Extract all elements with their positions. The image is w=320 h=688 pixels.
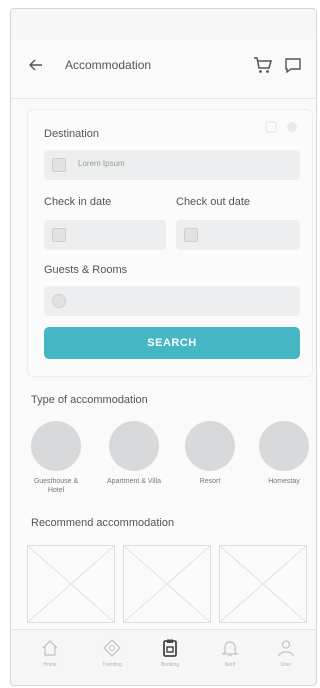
status-bar <box>11 9 316 39</box>
user-icon <box>278 640 294 657</box>
type-label: Guesthouse & Hotel <box>33 478 79 494</box>
checkout-input[interactable] <box>176 220 300 250</box>
phone-frame: Accommodation Destination Lorem Ipsum Ch… <box>10 8 317 686</box>
recommend-title: Recommend accommodation <box>31 517 175 529</box>
type-image-placeholder <box>109 421 159 471</box>
accommodation-type-title: Type of accommodation <box>31 394 148 406</box>
tab-user[interactable]: User <box>269 638 303 678</box>
type-resort[interactable]: Resort <box>183 421 237 486</box>
chat-icon[interactable] <box>283 55 303 75</box>
recommend-card[interactable] <box>123 545 211 623</box>
tab-label: Notif <box>224 662 236 668</box>
bottom-tab-bar: Home Trending Booking Notif User <box>11 629 316 685</box>
tab-notif[interactable]: Notif <box>213 638 247 678</box>
page-title: Accommodation <box>65 58 152 72</box>
image-placeholder-icon <box>123 545 211 623</box>
explore-icon <box>103 639 121 657</box>
type-label: Apartment & Villa <box>107 478 161 485</box>
calendar-icon <box>52 228 66 242</box>
type-image-placeholder <box>185 421 235 471</box>
type-apartment[interactable]: Apartment & Villa <box>107 421 161 486</box>
tab-booking[interactable]: Booking <box>153 638 187 678</box>
image-placeholder-icon <box>27 545 115 623</box>
type-image-placeholder <box>259 421 309 471</box>
tab-label: User <box>280 662 292 668</box>
bell-icon <box>221 641 239 657</box>
location-icon <box>52 158 66 172</box>
tab-trending[interactable]: Trending <box>95 638 129 678</box>
home-icon <box>42 640 58 656</box>
type-label: Resort <box>199 478 221 485</box>
recommend-card[interactable] <box>219 545 307 623</box>
person-icon <box>52 294 66 308</box>
checkin-input[interactable] <box>44 220 166 250</box>
type-homestay[interactable]: Homestay <box>257 421 311 486</box>
cart-icon[interactable] <box>253 55 273 75</box>
destination-placeholder: Lorem Ipsum <box>78 159 125 168</box>
destination-input[interactable]: Lorem Ipsum <box>44 150 300 180</box>
booking-icon <box>163 639 177 657</box>
back-arrow-icon[interactable] <box>27 55 45 75</box>
type-guesthouse[interactable]: Guesthouse & Hotel <box>29 421 83 495</box>
app-header: Accommodation <box>11 39 316 99</box>
checkin-label: Check in date <box>44 196 112 208</box>
tab-label: Trending <box>102 662 122 668</box>
checkout-label: Check out date <box>176 196 250 208</box>
type-image-placeholder <box>31 421 81 471</box>
search-card: Destination Lorem Ipsum Check in date Ch… <box>27 109 313 377</box>
search-button[interactable]: SEARCH <box>44 327 300 359</box>
destination-label: Destination <box>44 128 100 140</box>
card-decoration-icons <box>262 120 302 134</box>
tab-label: Booking <box>160 662 180 668</box>
recommend-card[interactable] <box>27 545 115 623</box>
guests-input[interactable] <box>44 286 300 316</box>
calendar-icon <box>184 228 198 242</box>
image-placeholder-icon <box>219 545 307 623</box>
type-label: Homestay <box>268 478 300 485</box>
tab-home[interactable]: Home <box>33 638 67 678</box>
guests-label: Guests & Rooms <box>44 264 128 276</box>
tab-label: Home <box>43 662 57 668</box>
